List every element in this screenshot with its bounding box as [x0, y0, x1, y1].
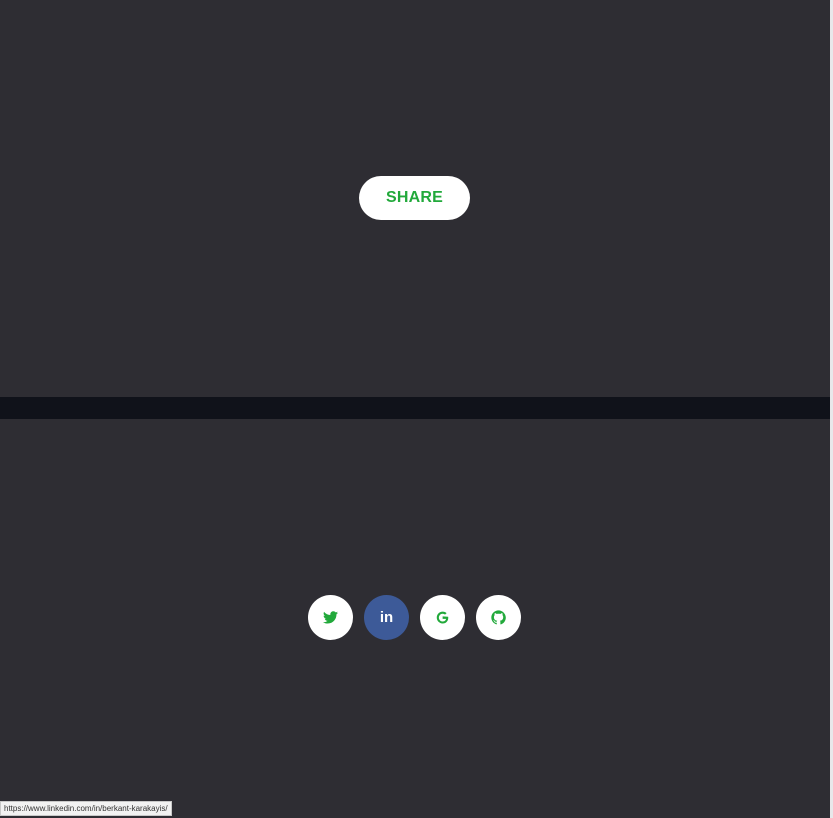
- page: SHARE in https://www.linkedin.com/in/ber…: [0, 0, 833, 818]
- google-button[interactable]: [420, 595, 465, 640]
- github-icon: [491, 610, 506, 625]
- linkedin-button[interactable]: in: [364, 595, 409, 640]
- status-bar-url: https://www.linkedin.com/in/berkant-kara…: [0, 801, 172, 816]
- github-button[interactable]: [476, 595, 521, 640]
- share-panel: SHARE: [0, 0, 830, 397]
- twitter-button[interactable]: [308, 595, 353, 640]
- section-divider: [0, 397, 830, 419]
- social-buttons: in: [308, 595, 521, 640]
- google-icon: [435, 610, 450, 625]
- twitter-icon: [323, 611, 338, 624]
- share-button[interactable]: SHARE: [359, 176, 470, 220]
- linkedin-icon: in: [379, 609, 394, 626]
